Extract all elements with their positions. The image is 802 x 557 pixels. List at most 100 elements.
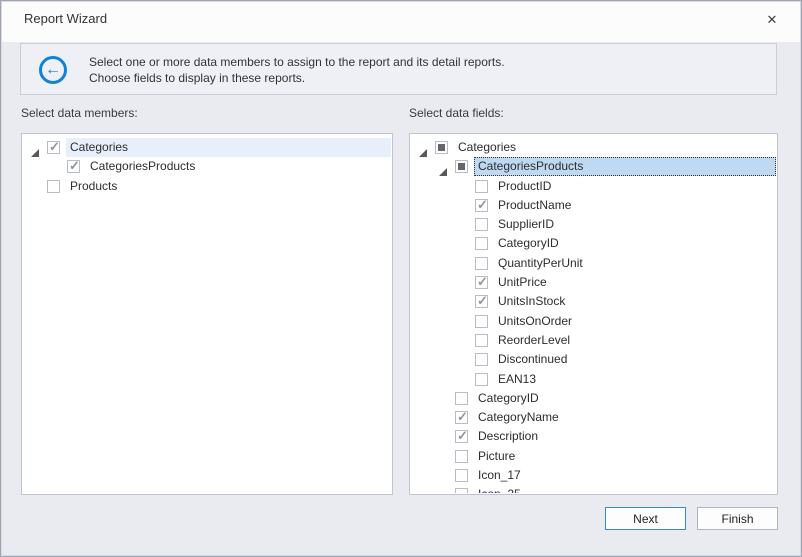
node-label-area[interactable]: Icon_25 (474, 485, 776, 493)
finish-button[interactable]: Finish (697, 507, 778, 530)
node-label-area[interactable]: Discontinued (494, 350, 776, 369)
tree-node-productid[interactable]: ProductID (411, 177, 776, 196)
tree-node-icon_25[interactable]: Icon_25 (411, 485, 776, 493)
expander-expanded-icon[interactable] (419, 144, 427, 152)
tree-node-categoryid[interactable]: CategoryID (411, 389, 776, 408)
expander-expanded-icon[interactable] (439, 163, 447, 171)
tree-node-categories[interactable]: Categories (411, 138, 776, 157)
tree-node-categoryid[interactable]: CategoryID (411, 234, 776, 253)
tree-node-picture[interactable]: Picture (411, 447, 776, 466)
tree-node-supplierid[interactable]: SupplierID (411, 215, 776, 234)
checkbox-unchecked[interactable] (475, 315, 488, 328)
checkbox-unchecked[interactable] (455, 469, 468, 482)
instructions-line-2: Choose fields to display in these report… (89, 70, 505, 86)
tree-node-unitprice[interactable]: UnitPrice (411, 273, 776, 292)
tree-node-label: Icon_17 (474, 466, 776, 485)
node-label-area[interactable]: ReorderLevel (494, 331, 776, 350)
node-label-area[interactable]: ProductName (494, 196, 776, 215)
data-fields-tree: CategoriesCategoriesProductsProductIDPro… (411, 138, 776, 493)
checkbox-checked[interactable] (475, 276, 488, 289)
checkbox-unchecked[interactable] (475, 218, 488, 231)
tree-node-icon_17[interactable]: Icon_17 (411, 466, 776, 485)
window-title: Report Wizard (24, 11, 107, 26)
tree-node-label: CategoriesProducts (86, 157, 391, 176)
checkbox-unchecked[interactable] (455, 392, 468, 405)
node-label-area[interactable]: CategoryID (474, 389, 776, 408)
members-panel: CategoriesCategoriesProductsProducts (21, 133, 393, 495)
tree-node-categoriesproducts[interactable]: CategoriesProducts (411, 157, 776, 176)
node-label-area[interactable]: CategoryID (494, 234, 776, 253)
wizard-instructions-panel: ← Select one or more data members to ass… (20, 43, 777, 95)
tree-node-categories[interactable]: Categories (23, 138, 391, 157)
tree-node-products[interactable]: Products (23, 177, 391, 196)
tree-node-label: Description (474, 427, 776, 446)
tree-node-discontinued[interactable]: Discontinued (411, 350, 776, 369)
checkbox-unchecked[interactable] (455, 450, 468, 463)
checkbox-unchecked[interactable] (475, 353, 488, 366)
tree-node-label: CategoryName (474, 408, 776, 427)
node-label-area[interactable]: SupplierID (494, 215, 776, 234)
selected-node-highlight[interactable]: Categories (66, 138, 391, 157)
checkbox-unchecked[interactable] (475, 373, 488, 386)
node-label-area[interactable]: QuantityPerUnit (494, 254, 776, 273)
tree-node-label: EAN13 (494, 370, 776, 389)
tree-node-reorderlevel[interactable]: ReorderLevel (411, 331, 776, 350)
checkbox-checked[interactable] (455, 411, 468, 424)
checkbox-indeterminate[interactable] (455, 160, 468, 173)
instructions-line-1: Select one or more data members to assig… (89, 54, 505, 70)
expander-expanded-icon[interactable] (31, 144, 39, 152)
node-label-area[interactable]: Icon_17 (474, 466, 776, 485)
checkbox-indeterminate[interactable] (435, 141, 448, 154)
tree-node-label: CategoryID (494, 234, 776, 253)
node-label-area[interactable]: Picture (474, 447, 776, 466)
tree-node-unitsinstock[interactable]: UnitsInStock (411, 292, 776, 311)
tree-node-label: UnitsInStock (494, 292, 776, 311)
node-label-area[interactable]: UnitsOnOrder (494, 312, 776, 331)
node-label-area[interactable]: Description (474, 427, 776, 446)
back-arrow-circle-icon[interactable]: ← (39, 56, 67, 84)
tree-node-label: ReorderLevel (494, 331, 776, 350)
tree-node-label: CategoryID (474, 389, 776, 408)
checkbox-unchecked[interactable] (475, 237, 488, 250)
checkbox-unchecked[interactable] (47, 180, 60, 193)
tree-node-ean13[interactable]: EAN13 (411, 370, 776, 389)
tree-node-label: Discontinued (494, 350, 776, 369)
selected-node-highlight[interactable]: CategoriesProducts (474, 157, 776, 176)
next-button[interactable]: Next (605, 507, 686, 530)
checkbox-checked[interactable] (67, 160, 80, 173)
node-label-area[interactable]: ProductID (494, 177, 776, 196)
tree-node-quantityperunit[interactable]: QuantityPerUnit (411, 254, 776, 273)
tree-node-label: SupplierID (494, 215, 776, 234)
wizard-instructions-text: Select one or more data members to assig… (89, 54, 505, 86)
tree-node-description[interactable]: Description (411, 427, 776, 446)
tree-node-label: Categories (454, 138, 776, 157)
tree-node-label: UnitPrice (494, 273, 776, 292)
checkbox-checked[interactable] (475, 295, 488, 308)
node-label-area[interactable]: EAN13 (494, 370, 776, 389)
tree-node-categoryname[interactable]: CategoryName (411, 408, 776, 427)
data-fields-label: Select data fields: (409, 106, 504, 120)
report-wizard-dialog: Report Wizard ✕ ← Select one or more dat… (0, 0, 802, 557)
node-label-area[interactable]: Categories (454, 138, 776, 157)
node-label-area[interactable]: Products (66, 177, 391, 196)
node-label-area[interactable]: UnitPrice (494, 273, 776, 292)
close-button[interactable]: ✕ (760, 9, 784, 31)
tree-node-unitsonorder[interactable]: UnitsOnOrder (411, 312, 776, 331)
checkbox-checked[interactable] (47, 141, 60, 154)
checkbox-checked[interactable] (455, 430, 468, 443)
close-icon: ✕ (767, 12, 778, 27)
checkbox-unchecked[interactable] (475, 334, 488, 347)
title-bar: Report Wizard ✕ (2, 2, 800, 42)
node-label-area[interactable]: CategoryName (474, 408, 776, 427)
checkbox-unchecked[interactable] (455, 488, 468, 493)
checkbox-unchecked[interactable] (475, 257, 488, 270)
tree-node-productname[interactable]: ProductName (411, 196, 776, 215)
checkbox-unchecked[interactable] (475, 180, 488, 193)
tree-node-categoriesproducts[interactable]: CategoriesProducts (23, 157, 391, 176)
node-label-area[interactable]: UnitsInStock (494, 292, 776, 311)
tree-node-label: Categories (66, 138, 391, 157)
node-label-area[interactable]: CategoriesProducts (86, 157, 391, 176)
checkbox-checked[interactable] (475, 199, 488, 212)
fields-panel: CategoriesCategoriesProductsProductIDPro… (409, 133, 778, 495)
tree-node-label: Icon_25 (474, 485, 776, 493)
